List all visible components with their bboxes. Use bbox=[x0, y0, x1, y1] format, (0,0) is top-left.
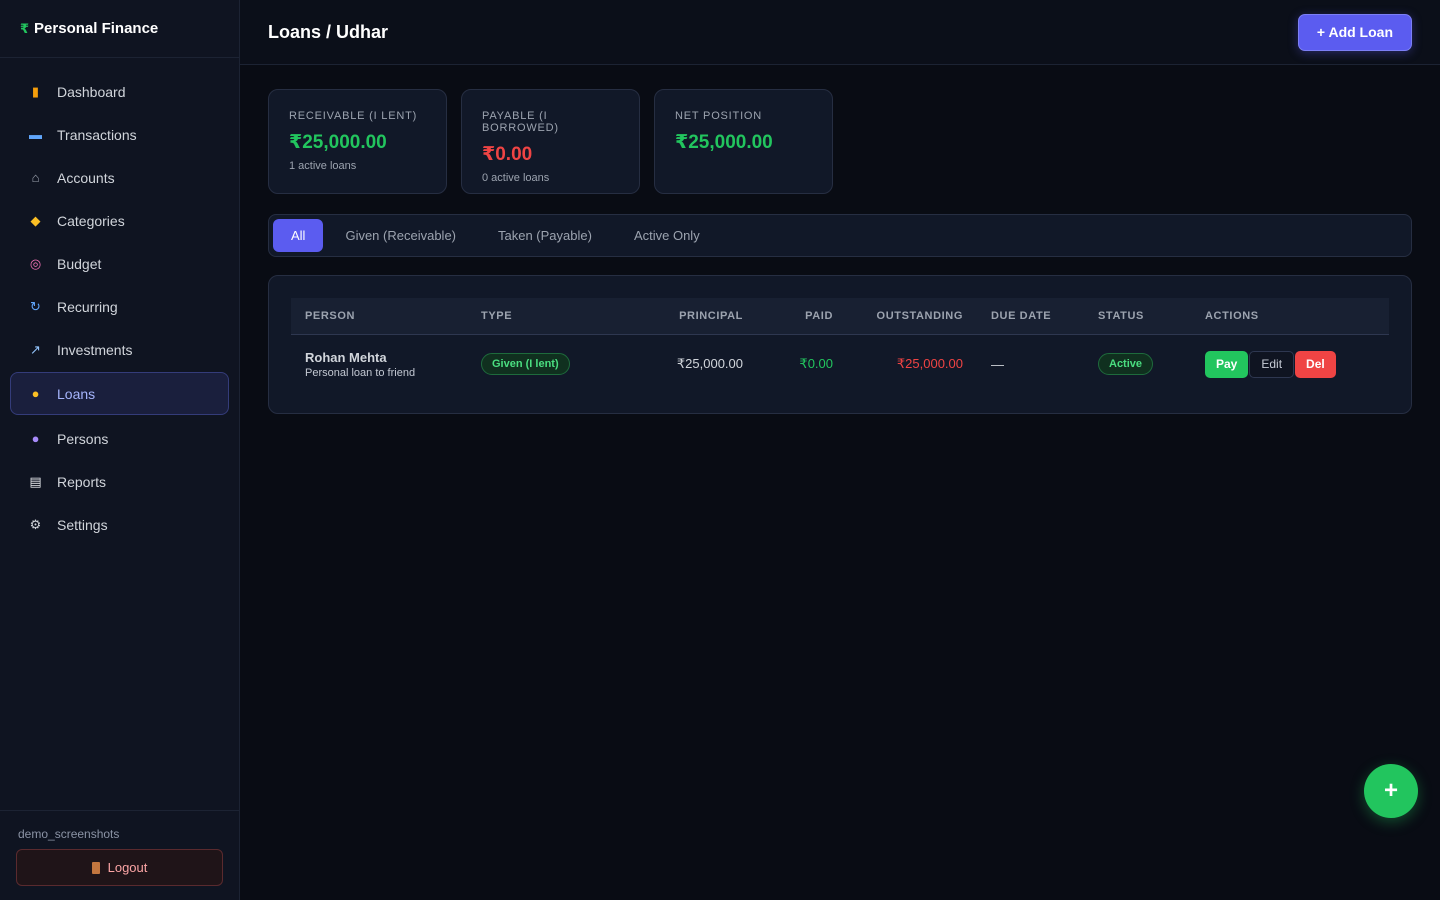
tab-all[interactable]: All bbox=[273, 219, 324, 252]
payable-card: Payable (I borrowed) ₹0.00 0 active loans bbox=[461, 89, 640, 194]
table-body: Rohan Mehta Personal loan to friend Given … bbox=[291, 334, 1389, 394]
app-brand[interactable]: ₹ Personal Finance bbox=[0, 0, 239, 58]
loans-table: Person Type Principal Paid Outstanding Due Da… bbox=[291, 298, 1389, 394]
sidebar-item-reports[interactable]: ▤ Reports bbox=[10, 461, 229, 502]
add-loan-button[interactable]: + Add Loan bbox=[1297, 13, 1412, 51]
summary-cards: Receivable (I lent) ₹25,000.00 1 active lo… bbox=[268, 89, 833, 194]
rupee-icon: ₹ bbox=[20, 20, 30, 36]
sidebar-item-budget[interactable]: ◎ Budget bbox=[10, 243, 229, 284]
column-header-status: Status bbox=[1084, 298, 1191, 335]
status-badge: Active bbox=[1098, 353, 1154, 376]
paid-cell: ₹0.00 bbox=[799, 356, 833, 372]
credit-card-icon: ▬ bbox=[29, 127, 42, 142]
sidebar-item-transactions[interactable]: ▬ Transactions bbox=[10, 114, 229, 155]
card-value: ₹0.00 bbox=[482, 144, 533, 165]
net-position-card: Net Position ₹25,000.00 bbox=[654, 89, 833, 194]
column-header-paid: Paid bbox=[757, 298, 847, 335]
bar-chart-icon: ▮ bbox=[31, 83, 40, 99]
sidebar-item-label: Investments bbox=[57, 341, 133, 358]
person-name[interactable]: Rohan Mehta bbox=[305, 350, 453, 365]
sidebar-nav: ▮ Dashboard ▬ Transactions ⌂ Accounts ◆ Categor… bbox=[0, 58, 239, 545]
loan-note: Personal loan to friend bbox=[305, 366, 416, 379]
column-header-principal: Principal bbox=[637, 298, 757, 335]
sidebar-item-label: Persons bbox=[57, 430, 109, 447]
actions-cell: Pay Edit Del bbox=[1191, 334, 1389, 394]
target-icon: ◎ bbox=[29, 255, 42, 271]
edit-button[interactable]: Edit bbox=[1249, 350, 1295, 378]
sidebar-item-label: Categories bbox=[57, 212, 125, 229]
sidebar-item-label: Reports bbox=[57, 473, 107, 490]
table-header-row: Person Type Principal Paid Outstanding Due Da… bbox=[291, 298, 1389, 335]
sidebar-item-label: Budget bbox=[57, 255, 102, 272]
logout-label: Logout bbox=[107, 860, 148, 875]
column-header-actions: Actions bbox=[1191, 298, 1389, 335]
column-header-outstanding: Outstanding bbox=[847, 298, 977, 335]
page-title: Loans / Udhar bbox=[268, 21, 389, 42]
status-cell: Active bbox=[1084, 334, 1191, 394]
tag-icon: ◆ bbox=[30, 212, 41, 228]
card-label: Payable (I borrowed) bbox=[482, 110, 559, 134]
door-icon bbox=[91, 861, 100, 874]
delete-button[interactable]: Del bbox=[1295, 350, 1336, 378]
card-value: ₹25,000.00 bbox=[675, 132, 773, 153]
sidebar-item-label: Settings bbox=[57, 516, 108, 533]
sidebar-item-label: Dashboard bbox=[57, 83, 126, 100]
sidebar-item-dashboard[interactable]: ▮ Dashboard bbox=[10, 71, 229, 112]
repeat-icon: ↻ bbox=[30, 298, 41, 314]
receivable-card: Receivable (I lent) ₹25,000.00 1 active lo… bbox=[268, 89, 447, 194]
page-header: Loans / Udhar + Add Loan bbox=[240, 0, 1440, 65]
trend-chart-icon: ↗ bbox=[30, 341, 41, 357]
username: demo_screenshots bbox=[18, 827, 120, 841]
gear-icon: ⚙ bbox=[29, 516, 42, 532]
loan-type-badge: Given (I lent) bbox=[481, 353, 570, 376]
person-cell: Rohan Mehta Personal loan to friend bbox=[291, 334, 467, 394]
column-header-due-date: Due Date bbox=[977, 298, 1084, 335]
floating-add-button[interactable]: + bbox=[1364, 764, 1418, 818]
sidebar-item-label: Transactions bbox=[57, 126, 137, 143]
person-icon: ● bbox=[31, 431, 40, 446]
sidebar-footer: demo_screenshots Logout bbox=[0, 810, 239, 900]
sidebar-item-settings[interactable]: ⚙ Settings bbox=[10, 504, 229, 545]
card-value: ₹25,000.00 bbox=[289, 132, 387, 153]
app-name: Personal Finance bbox=[34, 20, 159, 37]
type-cell: Given (I lent) bbox=[467, 334, 637, 394]
filter-tabs: All Given (Receivable) Taken (Payable) Acti… bbox=[268, 214, 1412, 257]
sidebar-item-recurring[interactable]: ↻ Recurring bbox=[10, 286, 229, 327]
sidebar-item-label: Recurring bbox=[57, 298, 118, 315]
card-subtext: 0 active loans bbox=[482, 172, 550, 184]
tab-active-only[interactable]: Active Only bbox=[614, 219, 720, 252]
due-date-cell: — bbox=[991, 356, 1004, 372]
sidebar-item-investments[interactable]: ↗ Investments bbox=[10, 329, 229, 370]
sidebar-item-loans[interactable]: ● Loans bbox=[10, 372, 229, 415]
sidebar-item-accounts[interactable]: ⌂ Accounts bbox=[10, 157, 229, 198]
column-header-person: Person bbox=[291, 298, 467, 335]
tab-taken-payable[interactable]: Taken (Payable) bbox=[478, 219, 612, 252]
card-label: Net Position bbox=[675, 110, 763, 122]
card-subtext: 1 active loans bbox=[289, 160, 357, 172]
table-row[interactable]: Rohan Mehta Personal loan to friend Given … bbox=[291, 334, 1389, 394]
sidebar: ₹ Personal Finance ▮ Dashboard ▬ Transactio… bbox=[0, 0, 240, 900]
sidebar-item-categories[interactable]: ◆ Categories bbox=[10, 200, 229, 241]
sidebar-item-label: Loans bbox=[57, 385, 96, 402]
sidebar-item-persons[interactable]: ● Persons bbox=[10, 418, 229, 459]
outstanding-cell: ₹25,000.00 bbox=[896, 356, 963, 372]
logout-button[interactable]: Logout bbox=[16, 849, 223, 886]
tab-given-receivable[interactable]: Given (Receivable) bbox=[325, 219, 476, 252]
card-label: Receivable (I lent) bbox=[289, 110, 418, 122]
column-header-type: Type bbox=[467, 298, 637, 335]
sidebar-item-label: Accounts bbox=[57, 169, 115, 186]
pay-button[interactable]: Pay bbox=[1205, 350, 1249, 378]
handshake-icon: ● bbox=[31, 386, 40, 401]
loans-table-panel: Person Type Principal Paid Outstanding Due Da… bbox=[268, 275, 1412, 414]
bank-icon: ⌂ bbox=[31, 170, 40, 185]
clipboard-icon: ▤ bbox=[29, 473, 42, 489]
principal-cell: ₹25,000.00 bbox=[676, 356, 743, 372]
